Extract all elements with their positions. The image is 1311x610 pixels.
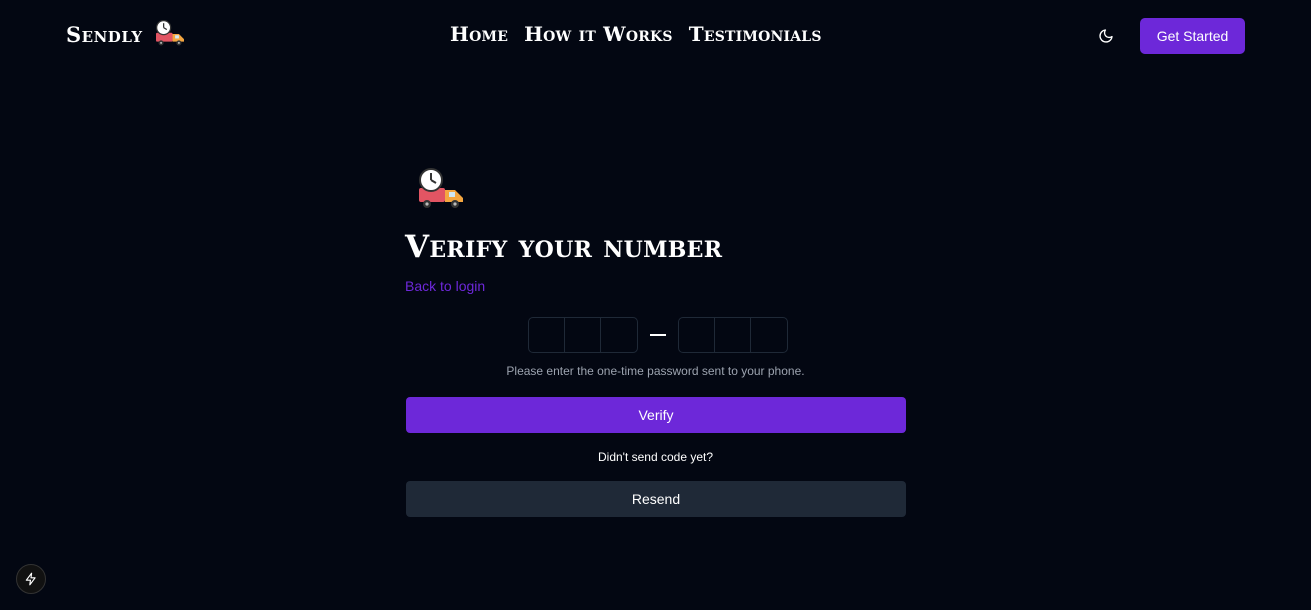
verify-button[interactable]: Verify (406, 397, 906, 433)
nav-how-it-works[interactable]: How it Works (524, 22, 673, 46)
theme-toggle-button[interactable] (1096, 26, 1116, 46)
resend-button[interactable]: Resend (406, 481, 906, 517)
nav-home[interactable]: Home (450, 22, 508, 46)
back-to-login-link[interactable]: Back to login (405, 278, 485, 294)
otp-digit-2[interactable] (565, 318, 601, 352)
otp-group-1 (528, 317, 638, 353)
otp-input (528, 317, 788, 353)
lightning-icon (25, 572, 36, 586)
brand[interactable]: Sendly (66, 20, 187, 48)
site-header: Sendly Home How it Works Testimonials Ge… (0, 0, 1311, 72)
otp-help-text: Please enter the one-time password sent … (506, 364, 805, 378)
otp-digit-6[interactable] (751, 318, 787, 352)
page-title: Verify your number (405, 229, 723, 265)
otp-group-2 (678, 317, 788, 353)
otp-digit-5[interactable] (715, 318, 751, 352)
otp-digit-4[interactable] (679, 318, 715, 352)
resend-prompt: Didn't send code yet? (597, 450, 714, 464)
delivery-truck-clock-icon (155, 20, 184, 46)
otp-separator (650, 334, 666, 336)
verify-panel: Verify your number Back to login Please … (405, 168, 906, 517)
brand-name[interactable]: Sendly (66, 22, 143, 47)
delivery-truck-clock-icon (419, 168, 463, 208)
moon-icon (1099, 29, 1113, 43)
otp-digit-3[interactable] (601, 318, 637, 352)
otp-digit-1[interactable] (529, 318, 565, 352)
dev-tools-button[interactable] (16, 564, 46, 594)
main-nav: Home How it Works Testimonials (450, 22, 822, 46)
get-started-button[interactable]: Get Started (1140, 18, 1245, 54)
nav-testimonials[interactable]: Testimonials (689, 22, 822, 46)
